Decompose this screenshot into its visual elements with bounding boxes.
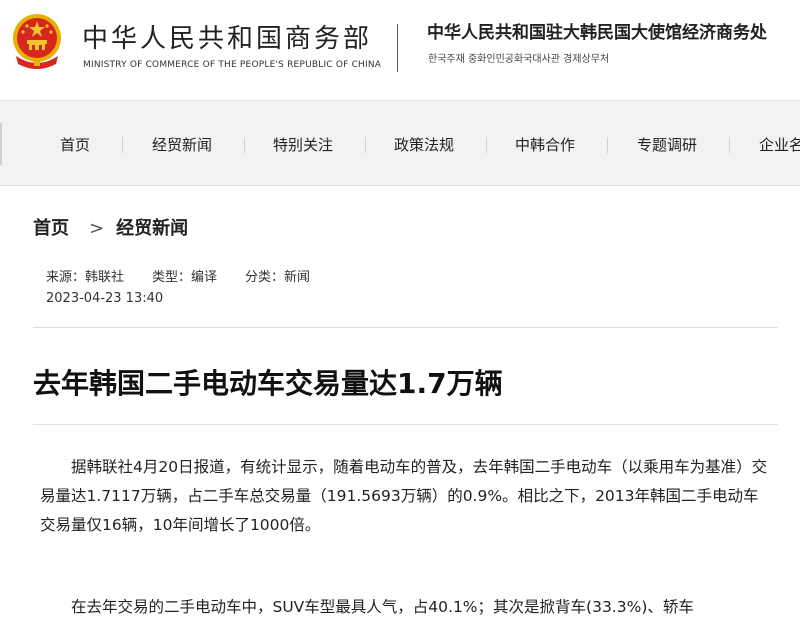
meta-source: 来源：韩联社 [46, 270, 125, 285]
national-emblem-icon[interactable] [10, 12, 64, 74]
header-divider [397, 24, 398, 72]
breadcrumb: 首页 > 经贸新闻 [33, 214, 188, 240]
nav-item-trade-news[interactable]: 经贸新闻 [152, 134, 212, 155]
embassy-name-kr: 한국주재 중화인민공화국대사관 경제상무처 [428, 54, 610, 65]
nav-separator [244, 137, 245, 153]
breadcrumb-home[interactable]: 首页 [33, 218, 69, 239]
meta-date: 2023-04-23 13:40 [46, 291, 164, 306]
nav-edge [0, 123, 2, 165]
nav-separator [729, 137, 730, 153]
article-paragraph: 在去年交易的二手电动车中，SUV车型最具人气，占40.1%；其次是掀背车(33.… [71, 598, 694, 616]
nav-item-enterprises[interactable]: 企业名 [759, 134, 800, 155]
nav-separator [607, 137, 608, 153]
main-nav: 首页 经贸新闻 特别关注 政策法规 中韩合作 专题调研 企业名 [0, 100, 800, 186]
nav-item-policies[interactable]: 政策法规 [394, 134, 454, 155]
nav-separator [365, 137, 366, 153]
breadcrumb-current[interactable]: 经贸新闻 [116, 218, 188, 239]
nav-item-china-korea-cooperation[interactable]: 中韩合作 [515, 134, 575, 155]
nav-item-research[interactable]: 专题调研 [637, 134, 697, 155]
nav-separator [122, 137, 123, 153]
embassy-name-cn[interactable]: 中华人民共和国驻大韩民国大使馆经济商务处 [427, 18, 767, 43]
divider [33, 424, 778, 425]
nav-separator [486, 137, 487, 153]
article-paragraph: 据韩联社4月20日报道，有统计显示，随着电动车的普及，去年韩国二手电动车（以乘用… [40, 458, 768, 534]
nav-item-special-focus[interactable]: 特别关注 [273, 134, 333, 155]
chevron-right-icon: > [89, 218, 105, 239]
meta-category: 分类：新闻 [245, 270, 311, 285]
divider [33, 327, 778, 328]
site-header: 中华人民共和国商务部 MINISTRY OF COMMERCE OF THE P… [0, 0, 800, 100]
nav-item-home[interactable]: 首页 [60, 134, 90, 155]
meta-type: 类型：编译 [152, 270, 218, 285]
article-meta: 来源：韩联社 类型：编译 分类：新闻 [46, 266, 310, 285]
article-title: 去年韩国二手电动车交易量达1.7万辆 [33, 367, 503, 400]
ministry-name-en: MINISTRY OF COMMERCE OF THE PEOPLE'S REP… [83, 60, 382, 70]
ministry-name-cn[interactable]: 中华人民共和国商务部 [82, 18, 372, 55]
